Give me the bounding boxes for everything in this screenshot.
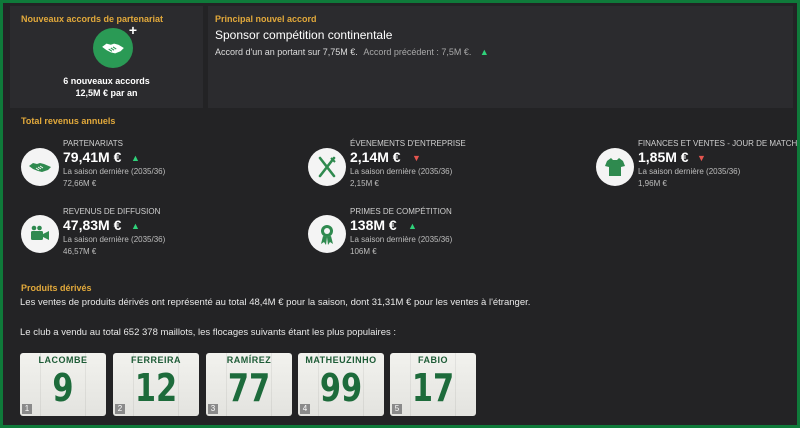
handshake-plus-icon: + [93, 22, 137, 68]
revenue-value: 79,41M € [63, 149, 122, 165]
shirt-number: 9 [52, 366, 74, 410]
main-deal-name: Sponsor compétition continentale [215, 28, 393, 42]
revenue-value: 138M € [350, 217, 397, 233]
finance-screen: Nouveaux accords de partenariat + 6 nouv… [3, 3, 797, 425]
main-deal-panel: Principal nouvel accord Sponsor compétit… [208, 6, 793, 108]
main-deal-description: Accord d'un an portant sur 7,75M €. [215, 47, 358, 57]
revenue-value: 1,85M € [638, 149, 689, 165]
trend-up-icon: ▲ [408, 221, 417, 231]
cutlery-icon [308, 148, 346, 186]
shirt-card[interactable]: LACOMBE 9 1 [20, 353, 106, 416]
shirt-name: LACOMBE [38, 355, 88, 365]
shirt-card[interactable]: FERREIRA 12 2 [113, 353, 199, 416]
shirt-icon [596, 148, 634, 186]
revenue-diffusion: REVENUS DE DIFFUSION 47,83M € ▲ La saiso… [63, 207, 283, 259]
revenue-finances: FINANCES ET VENTES - JOUR DE MATCH 1,85M… [638, 139, 798, 191]
trend-up-icon: ▲ [479, 47, 489, 57]
shirt-rank: 1 [22, 404, 32, 414]
revenue-label: FINANCES ET VENTES - JOUR DE MATCH [638, 139, 798, 148]
handshake-icon [21, 148, 59, 186]
trend-up-icon: ▲ [131, 153, 140, 163]
revenue-primes: PRIMES DE COMPÉTITION 138M € ▲ La saison… [350, 207, 570, 259]
shirt-rank: 2 [115, 404, 125, 414]
shirt-rank: 4 [300, 404, 310, 414]
main-deal-previous: Accord précédent : 7,5M €. [363, 47, 472, 57]
revenue-label: PRIMES DE COMPÉTITION [350, 207, 452, 216]
shirt-card[interactable]: RAMÍREZ 77 3 [206, 353, 292, 416]
last-season-label: La saison dernière (2035/36) [63, 235, 166, 244]
last-season-label: La saison dernière (2035/36) [350, 235, 453, 244]
last-season-label: La saison dernière (2035/36) [63, 167, 166, 176]
new-deals-per-year: 12,5M € par an [75, 88, 138, 98]
last-season-value: 106M € [350, 247, 377, 256]
revenue-evenements: ÉVENEMENTS D'ENTREPRISE 2,14M € ▼ La sai… [350, 139, 570, 191]
revenue-label: ÉVENEMENTS D'ENTREPRISE [350, 139, 466, 148]
main-deal-description-row: Accord d'un an portant sur 7,75M €. Acco… [215, 47, 489, 57]
revenue-value: 2,14M € [350, 149, 401, 165]
revenue-value: 47,83M € [63, 217, 122, 233]
shirt-number: 17 [411, 366, 455, 410]
shirt-name: RAMÍREZ [226, 355, 272, 365]
shirt-name: FERREIRA [130, 355, 181, 365]
last-season-value: 1,96M € [638, 179, 667, 188]
shirt-number: 12 [134, 366, 178, 410]
shirt-rank: 5 [392, 404, 402, 414]
partnership-title: Nouveaux accords de partenariat [21, 14, 164, 24]
shirt-card[interactable]: FABIO 17 5 [390, 353, 476, 416]
merch-shirts-text: Le club a vendu au total 652 378 maillot… [20, 327, 397, 338]
trend-up-icon: ▲ [131, 221, 140, 231]
revenue-label: REVENUS DE DIFFUSION [63, 207, 161, 216]
last-season-value: 46,57M € [63, 247, 97, 256]
shirt-number: 77 [227, 366, 271, 410]
shirt-name: FABIO [417, 355, 448, 365]
shirt-number: 99 [319, 366, 363, 410]
last-season-label: La saison dernière (2035/36) [638, 167, 741, 176]
trend-down-icon: ▼ [697, 153, 706, 163]
merch-title: Produits dérivés [21, 283, 92, 293]
shirt-rank: 3 [208, 404, 218, 414]
new-deals-count: 6 nouveaux accords [63, 76, 150, 86]
shirt-name: MATHEUZINHO [305, 355, 377, 365]
revenue-partenariats: PARTENARIATS 79,41M € ▲ La saison derniè… [63, 139, 283, 191]
main-deal-title: Principal nouvel accord [215, 14, 317, 24]
partnership-panel: Nouveaux accords de partenariat + 6 nouv… [10, 6, 203, 108]
revenue-title: Total revenus annuels [21, 116, 116, 126]
shirt-card[interactable]: MATHEUZINHO 99 4 [298, 353, 384, 416]
last-season-value: 72,66M € [63, 179, 97, 188]
trend-down-icon: ▼ [412, 153, 421, 163]
camera-icon [21, 215, 59, 253]
merch-sales-text: Les ventes de produits dérivés ont repré… [20, 297, 531, 308]
rosette-icon [308, 215, 346, 253]
last-season-label: La saison dernière (2035/36) [350, 167, 453, 176]
revenue-label: PARTENARIATS [63, 139, 124, 148]
last-season-value: 2,15M € [350, 179, 379, 188]
